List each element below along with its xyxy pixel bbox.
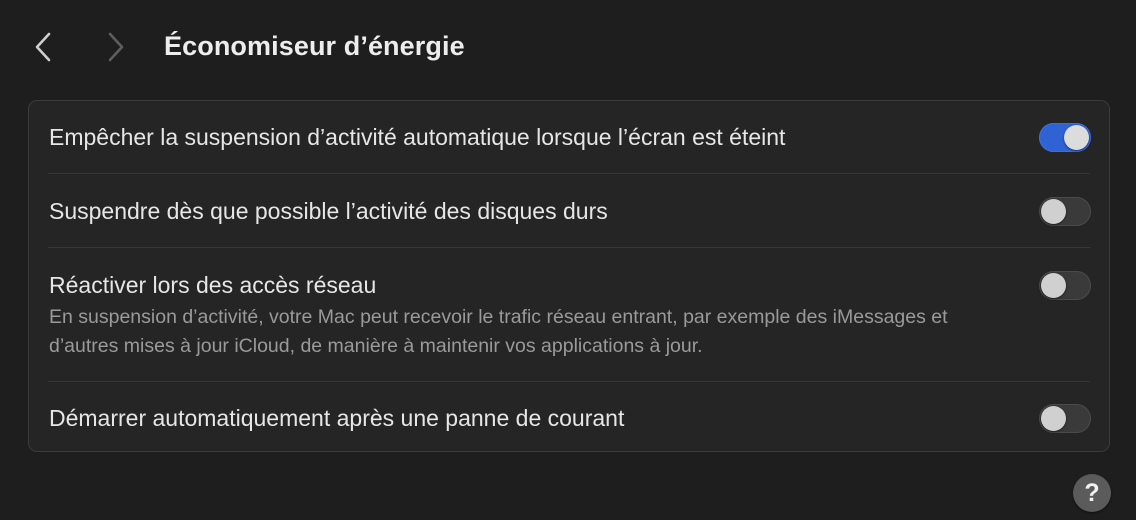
help-icon: ?: [1084, 478, 1100, 507]
disk-sleep-toggle[interactable]: [1039, 197, 1091, 226]
energy-saver-pane: Économiseur d’énergie Empêcher la suspen…: [0, 0, 1136, 520]
setting-label: Démarrer automatiquement après une panne…: [49, 405, 625, 431]
help-button[interactable]: ?: [1073, 474, 1111, 512]
toggle-knob: [1064, 125, 1089, 150]
setting-row-power-failure-restart: Démarrer automatiquement après une panne…: [29, 382, 1109, 452]
settings-group: Empêcher la suspension d’activité automa…: [28, 100, 1110, 452]
header: Économiseur d’énergie: [0, 0, 1136, 94]
power-failure-restart-toggle[interactable]: [1039, 404, 1091, 433]
toggle-knob: [1041, 199, 1066, 224]
setting-row-wake-network: Réactiver lors des accès réseau En suspe…: [29, 248, 1109, 381]
prevent-sleep-toggle[interactable]: [1039, 123, 1091, 152]
chevron-right-icon: [108, 32, 124, 62]
setting-label: Suspendre dès que possible l’activité de…: [49, 198, 608, 224]
wake-network-toggle[interactable]: [1039, 271, 1091, 300]
setting-label: Réactiver lors des accès réseau: [49, 272, 377, 298]
back-button[interactable]: [28, 30, 58, 64]
setting-description: En suspension d’activité, votre Mac peut…: [49, 306, 948, 357]
toggle-knob: [1041, 273, 1066, 298]
chevron-left-icon: [35, 32, 51, 62]
toggle-knob: [1041, 406, 1066, 431]
setting-row-disk-sleep: Suspendre dès que possible l’activité de…: [29, 174, 1109, 247]
page-title: Économiseur d’énergie: [164, 31, 465, 61]
forward-button[interactable]: [101, 30, 131, 64]
setting-row-prevent-sleep: Empêcher la suspension d’activité automa…: [29, 101, 1109, 174]
setting-label: Empêcher la suspension d’activité automa…: [49, 124, 786, 150]
